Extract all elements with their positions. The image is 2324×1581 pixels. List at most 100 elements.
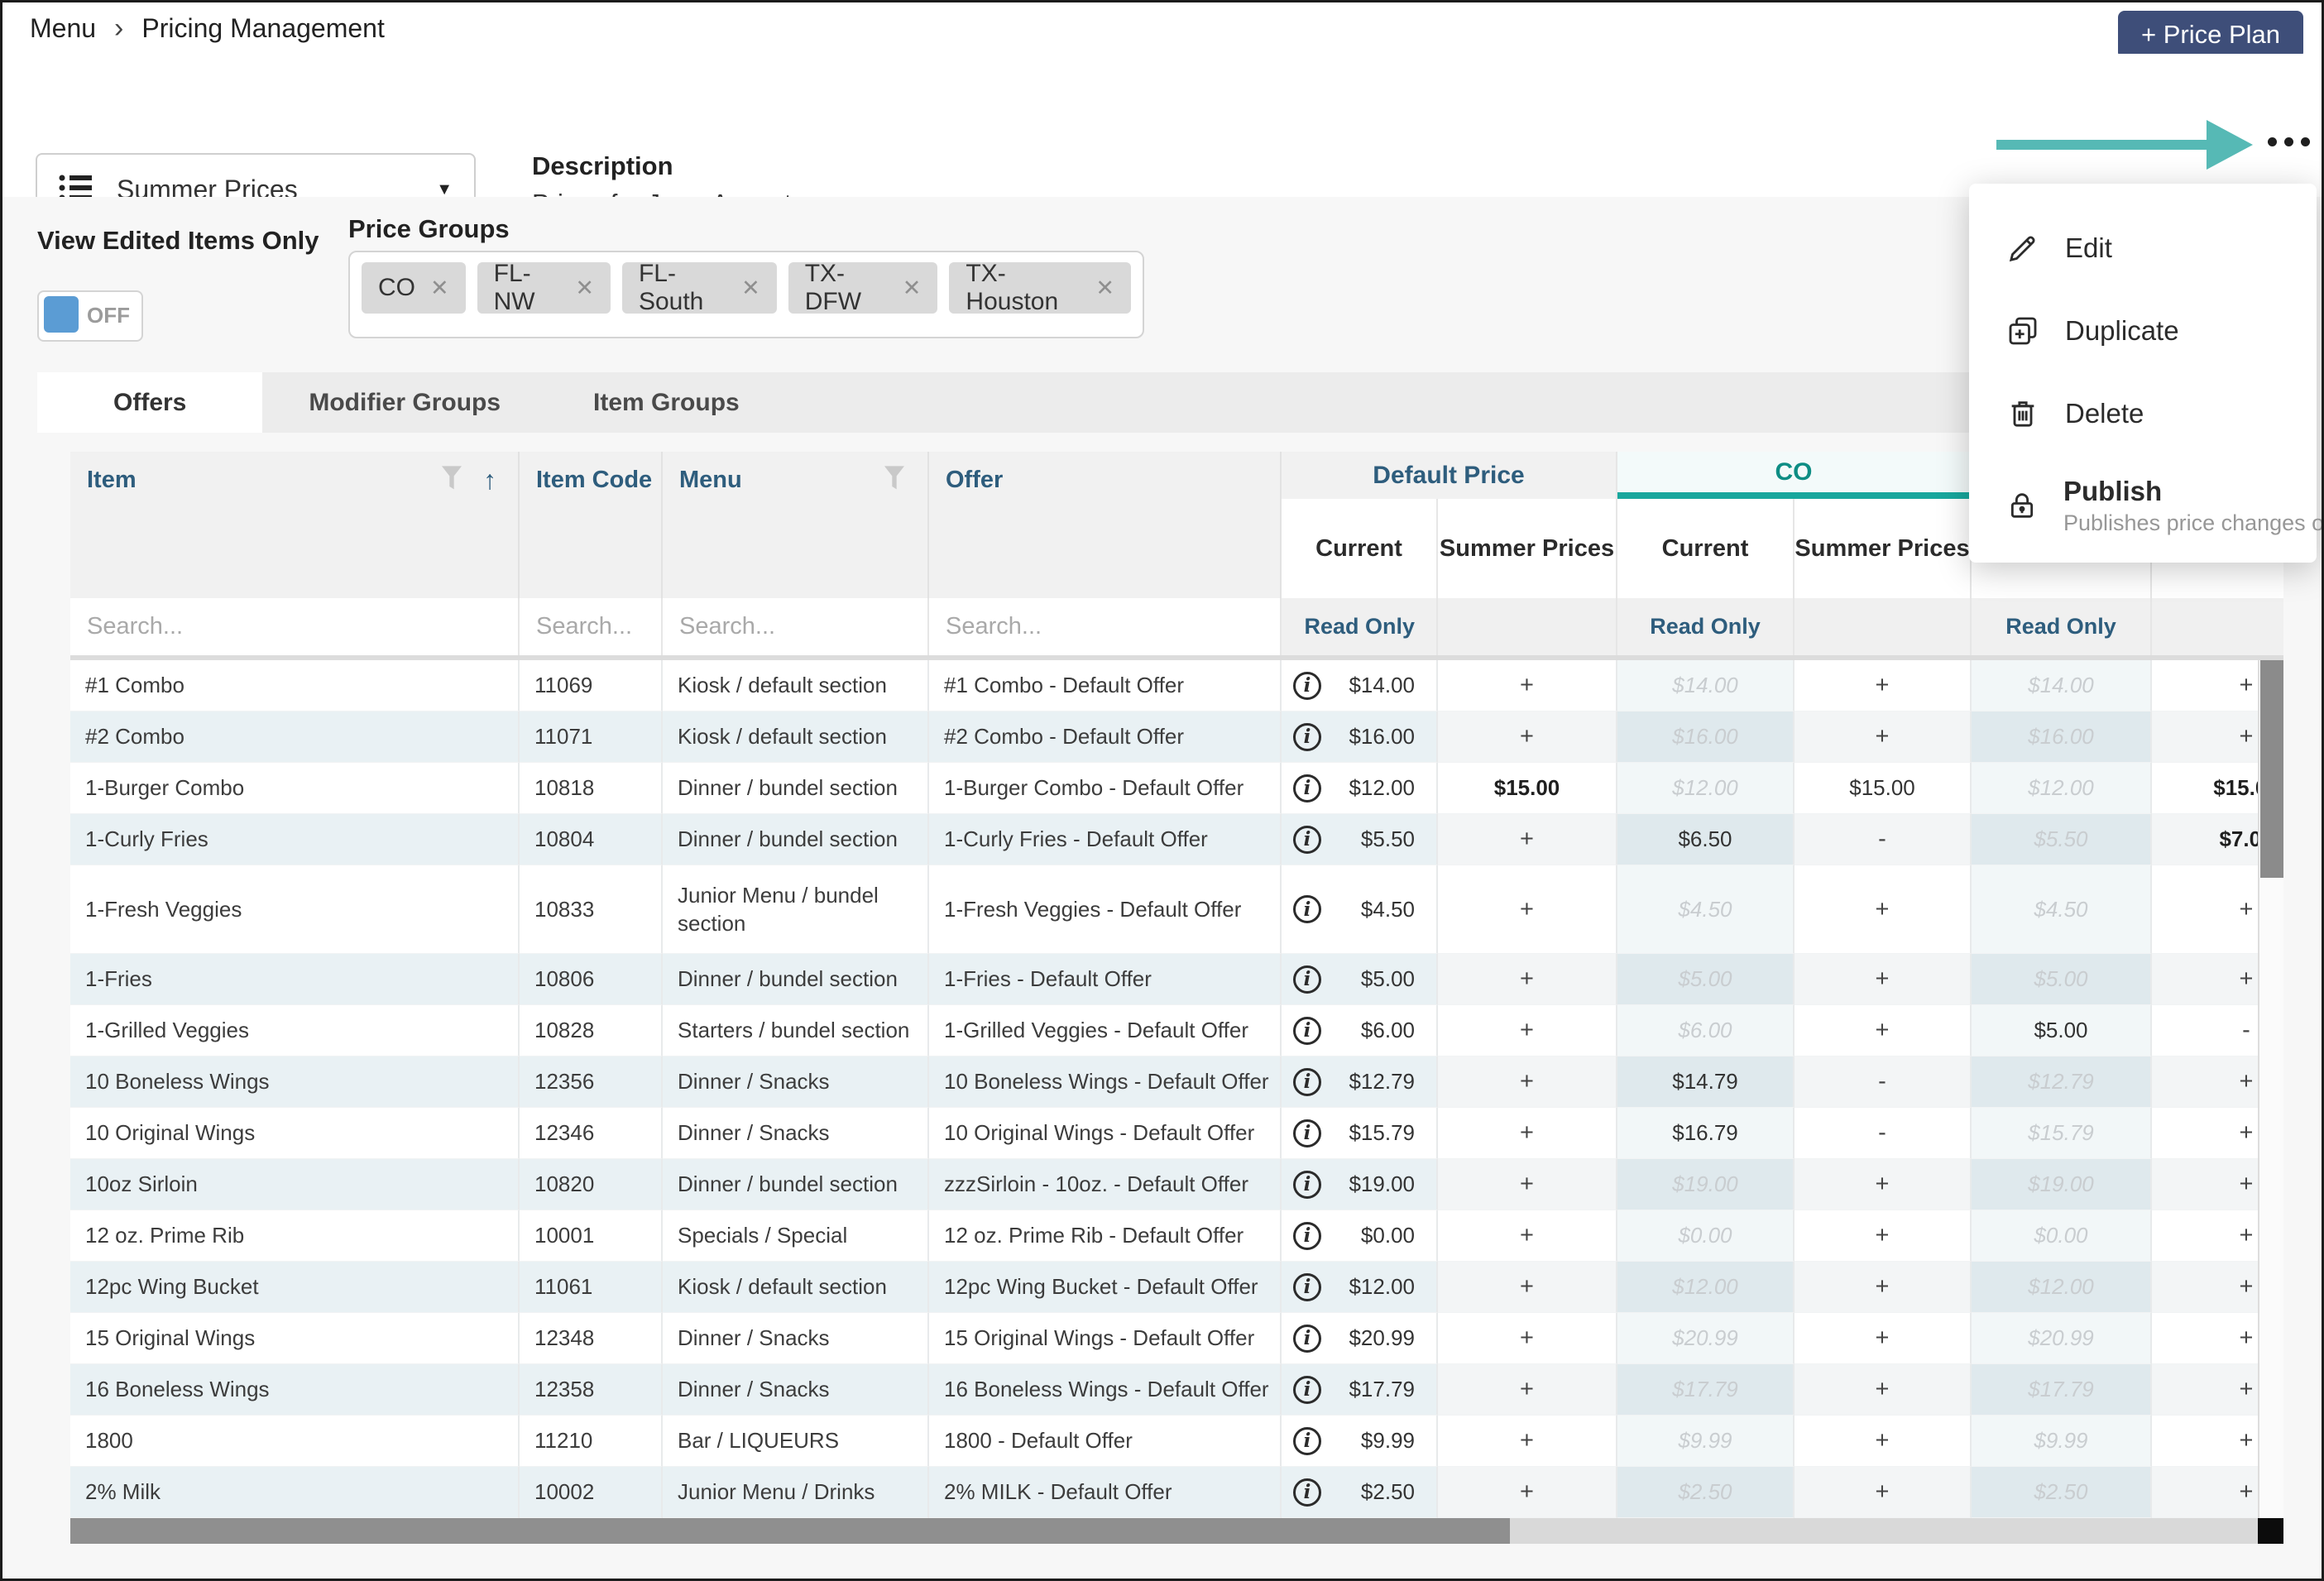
summer-price-cell[interactable]: + [1795,1262,1972,1313]
summer-price-cell[interactable]: + [1795,954,1972,1005]
summer-price-cell[interactable]: + [1795,1210,1972,1262]
scrollbar-corner [2258,1518,2283,1544]
summer-price-cell[interactable]: + [1438,1364,1617,1416]
breadcrumb-menu-link[interactable]: Menu [30,13,96,44]
summer-price-cell[interactable]: + [1438,1159,1617,1210]
summer-price-cell[interactable]: + [1795,1467,1972,1518]
summer-price-cell[interactable]: + [1795,1416,1972,1467]
menu-cell: Junior Menu / Drinks [663,1467,929,1518]
summer-price-cell[interactable]: + [1438,865,1617,954]
chip-remove-icon[interactable]: ✕ [903,275,922,301]
table-row: 10oz Sirloin10820Dinner / bundel section… [70,1159,2283,1210]
summer-price-cell[interactable]: + [1795,1364,1972,1416]
table-row: 1-Grilled Veggies10828Starters / bundel … [70,1005,2283,1056]
info-icon[interactable]: i [1293,1222,1321,1250]
tab-offers[interactable]: Offers [37,372,262,433]
sort-asc-icon[interactable]: ↑ [483,465,496,496]
summer-price-cell[interactable]: - [1795,1108,1972,1159]
info-icon[interactable]: i [1293,1119,1321,1147]
tab-item-groups[interactable]: Item Groups [547,372,786,433]
summer-price-cell[interactable]: + [1438,1416,1617,1467]
summer-price-cell[interactable]: + [1438,954,1617,1005]
menu-cell: Dinner / bundel section [663,1159,929,1210]
summer-price-cell[interactable]: + [1795,711,1972,763]
info-icon[interactable]: i [1293,1325,1321,1353]
chip-remove-icon[interactable]: ✕ [741,275,760,301]
menu-item-publish[interactable]: PublishPublishes price changes only [1969,455,2317,556]
current-price-cell: i$5.00 [1282,954,1438,1005]
summer-price-cell[interactable]: + [1795,865,1972,954]
current-price-cell: $4.50 [1617,865,1795,954]
view-edited-toggle[interactable]: OFF [37,290,143,342]
info-icon[interactable]: i [1293,1376,1321,1404]
info-icon[interactable]: i [1293,1068,1321,1096]
summer-price-cell[interactable]: + [1438,1108,1617,1159]
vertical-scrollbar[interactable] [2258,660,2283,1518]
filter-icon[interactable] [440,465,463,498]
summer-price-cell[interactable]: - [1795,1056,1972,1108]
summer-price-cell[interactable]: + [1438,1005,1617,1056]
info-icon[interactable]: i [1293,723,1321,751]
page-title: Pricing Management [141,13,384,44]
horizontal-scrollbar[interactable] [70,1518,2283,1544]
search-offer-input[interactable] [929,612,1245,641]
summer-price-cell[interactable]: $15.00 [1795,763,1972,814]
item-cell: 1800 [70,1416,520,1467]
filter-icon[interactable] [883,465,906,498]
offer-cell: 16 Boneless Wings - Default Offer [929,1364,1282,1416]
vertical-scrollbar-thumb[interactable] [2260,660,2283,878]
info-icon[interactable]: i [1293,1171,1321,1199]
info-icon[interactable]: i [1293,672,1321,700]
lock-icon [2005,489,2039,522]
chip-remove-icon[interactable]: ✕ [575,275,594,301]
info-icon[interactable]: i [1293,774,1321,802]
menu-item-delete[interactable]: Delete [1969,372,2317,455]
annotation-arrow-head-icon [2207,120,2253,170]
info-icon[interactable]: i [1293,1273,1321,1301]
summer-price-cell[interactable]: + [1438,1210,1617,1262]
summer-price-cell[interactable]: + [1438,1313,1617,1364]
summer-price-cell[interactable]: + [1795,1313,1972,1364]
summer-price-cell[interactable]: + [1438,1056,1617,1108]
summer-price-cell[interactable]: + [1438,711,1617,763]
overflow-menu-icon[interactable] [2268,137,2310,146]
search-menu-input[interactable] [663,612,906,641]
current-price-cell: $16.00 [1972,711,2152,763]
current-price-cell: $4.50 [1972,865,2152,954]
info-icon[interactable]: i [1293,826,1321,854]
info-icon[interactable]: i [1293,1427,1321,1455]
chip-remove-icon[interactable]: ✕ [430,275,449,301]
code-cell: 11069 [520,660,663,711]
horizontal-scrollbar-thumb[interactable] [70,1518,1510,1544]
info-icon[interactable]: i [1293,1017,1321,1045]
filter-cell-empty [1795,598,1972,655]
price-group-co[interactable]: CO [1617,452,1972,499]
summer-price-cell[interactable]: + [1438,660,1617,711]
current-price-cell: $17.79 [1617,1364,1795,1416]
info-icon[interactable]: i [1293,965,1321,994]
price-groups-input[interactable]: CO✕FL-NW✕FL-South✕TX-DFW✕TX-Houston✕ [348,251,1144,338]
summer-price-cell[interactable]: - [1795,814,1972,865]
price-group-chip: FL-South✕ [622,262,777,314]
info-icon[interactable]: i [1293,895,1321,923]
current-price-cell: i$12.79 [1282,1056,1438,1108]
current-price-cell: i$16.00 [1282,711,1438,763]
summer-price-cell[interactable]: + [1438,1467,1617,1518]
current-price-cell: $5.00 [1972,1005,2152,1056]
chip-remove-icon[interactable]: ✕ [1095,275,1114,301]
search-item-code-input[interactable] [520,612,658,641]
trash-icon [2005,397,2040,430]
summer-price-cell[interactable]: $15.00 [1438,763,1617,814]
summer-price-cell[interactable]: + [1438,814,1617,865]
add-price-plan-button[interactable]: + Price Plan [2118,11,2303,59]
info-icon[interactable]: i [1293,1478,1321,1507]
summer-price-cell[interactable]: + [1795,1159,1972,1210]
tab-modifier-groups[interactable]: Modifier Groups [262,372,547,433]
summer-price-cell[interactable]: + [1795,660,1972,711]
menu-item-duplicate[interactable]: Duplicate [1969,290,2317,372]
summer-price-cell[interactable]: + [1795,1005,1972,1056]
summer-price-cell[interactable]: + [1438,1262,1617,1313]
item-cell: 12pc Wing Bucket [70,1262,520,1313]
menu-item-edit[interactable]: Edit [1969,207,2317,290]
search-item-input[interactable] [70,612,469,641]
